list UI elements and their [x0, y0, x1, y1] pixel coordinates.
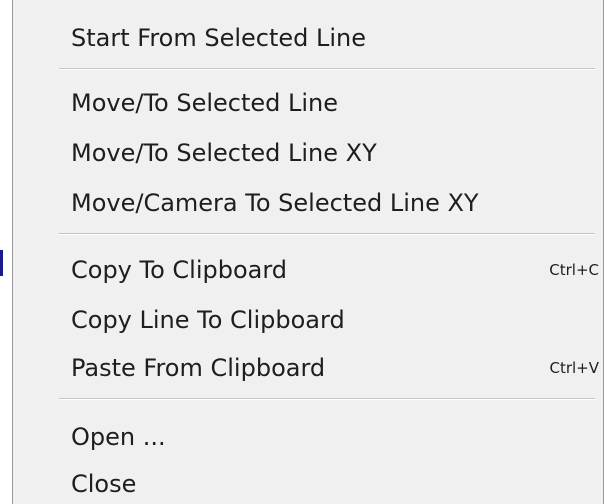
- menu-item-copy-line-to-clipboard[interactable]: Copy Line To Clipboard: [13, 300, 603, 340]
- menu-separator: [59, 233, 595, 235]
- context-menu: Start From Selected Line Move/To Selecte…: [12, 0, 604, 504]
- menu-item-close[interactable]: Close: [13, 464, 603, 504]
- menu-item-label: Move/Camera To Selected Line XY: [71, 189, 479, 217]
- menu-item-copy-to-clipboard[interactable]: Copy To Clipboard Ctrl+C: [13, 250, 603, 290]
- menu-item-move-to-selected-line[interactable]: Move/To Selected Line: [13, 83, 603, 123]
- menu-item-label: Start From Selected Line: [71, 24, 367, 52]
- menu-item-label: Copy Line To Clipboard: [71, 306, 345, 334]
- menu-item-label: Close: [71, 470, 137, 498]
- menu-item-label: Move/To Selected Line: [71, 89, 339, 117]
- menu-item-move-camera-to-selected-line-xy[interactable]: Move/Camera To Selected Line XY: [13, 183, 603, 223]
- menu-item-label: Paste From Clipboard: [71, 354, 326, 382]
- menu-item-label: Copy To Clipboard: [71, 256, 288, 284]
- screen: Start From Selected Line Move/To Selecte…: [0, 0, 610, 504]
- menu-item-start-from-selected-line[interactable]: Start From Selected Line: [13, 18, 603, 58]
- menu-item-label: Open ...: [71, 423, 166, 451]
- menu-separator: [59, 398, 595, 400]
- menu-separator: [59, 68, 595, 70]
- menu-item-paste-from-clipboard[interactable]: Paste From Clipboard Ctrl+V: [13, 348, 603, 388]
- menu-item-open[interactable]: Open ...: [13, 417, 603, 457]
- menu-item-shortcut: Ctrl+V: [549, 359, 599, 377]
- menu-item-move-to-selected-line-xy[interactable]: Move/To Selected Line XY: [13, 133, 603, 173]
- background-window-edge: [0, 250, 3, 276]
- menu-item-shortcut: Ctrl+C: [549, 261, 599, 279]
- menu-item-label: Move/To Selected Line XY: [71, 139, 377, 167]
